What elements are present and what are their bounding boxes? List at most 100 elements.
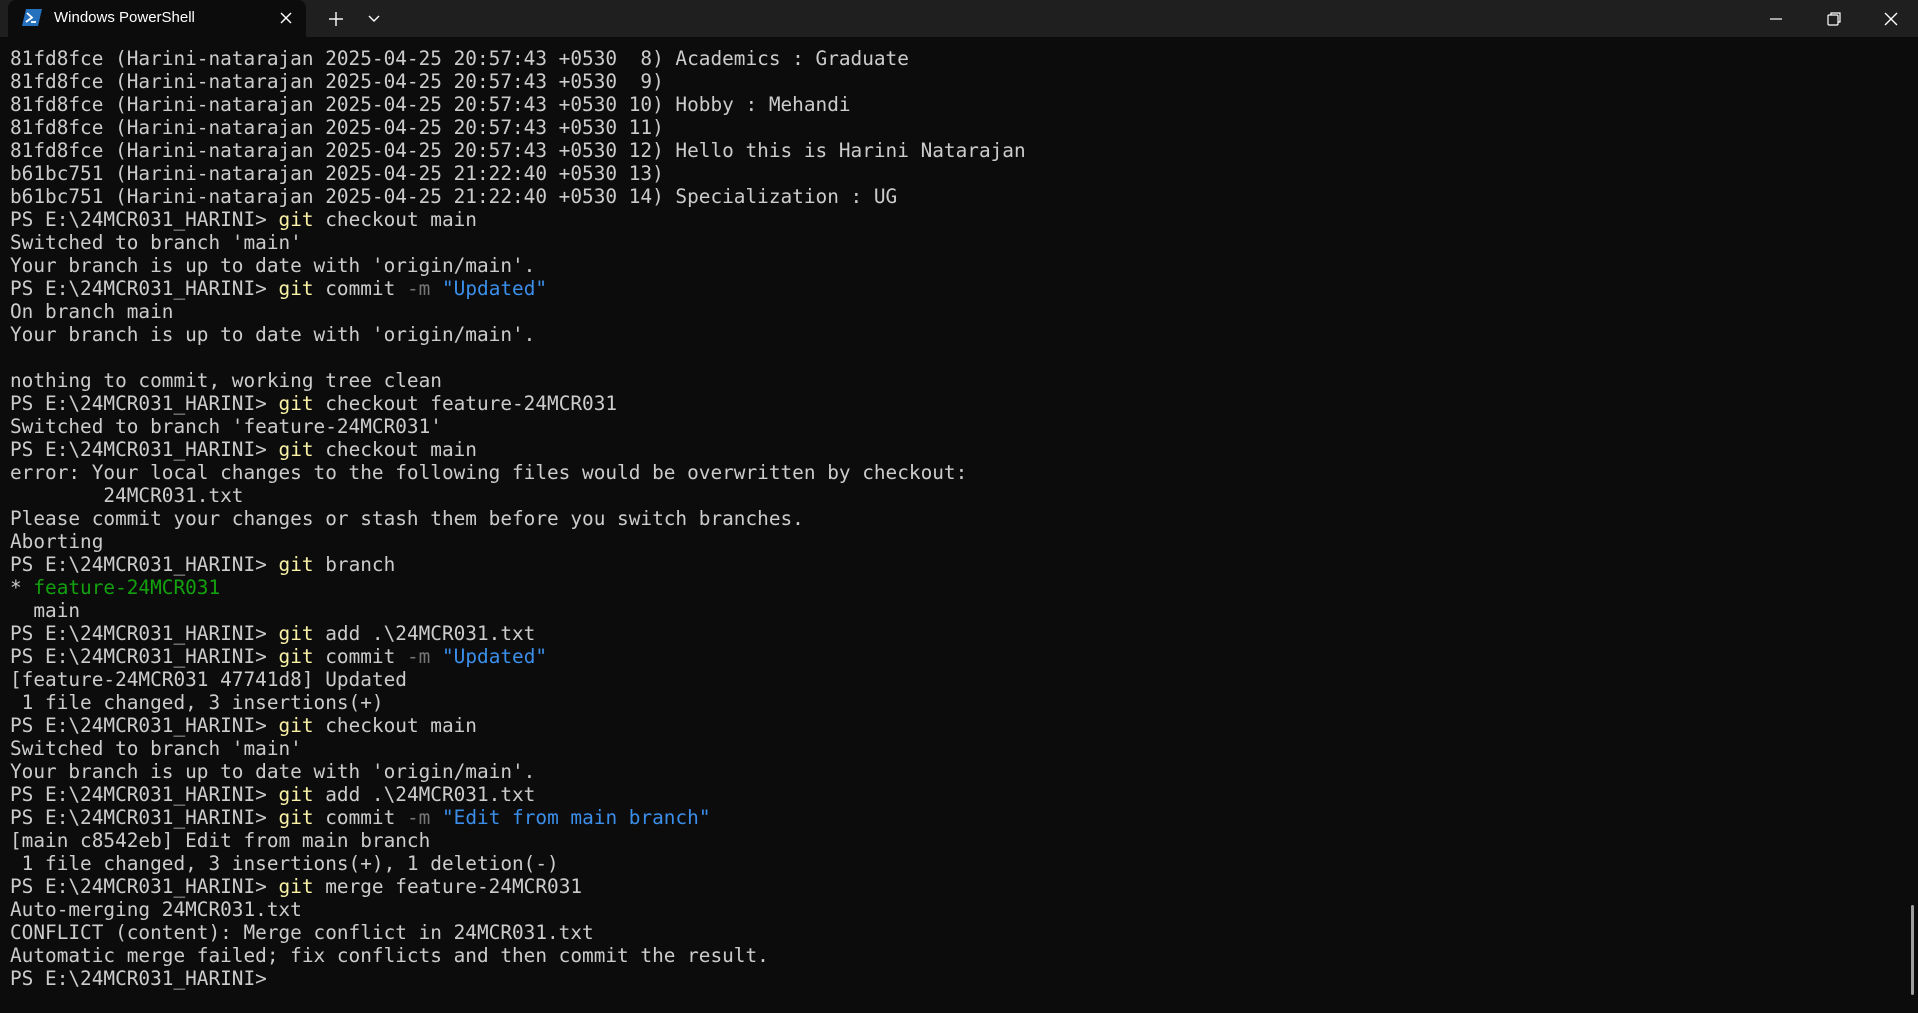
output-text: -m [406, 277, 431, 300]
prompt-text: PS E:\24MCR031_HARINI> [10, 714, 279, 737]
output-text: checkout main [313, 438, 477, 461]
terminal-line: PS E:\24MCR031_HARINI> git checkout main [10, 208, 1890, 231]
prompt-text: PS E:\24MCR031_HARINI> [10, 783, 279, 806]
terminal-line: PS E:\24MCR031_HARINI> git branch [10, 553, 1890, 576]
output-text: 81fd8fce (Harini-natarajan 2025-04-25 20… [10, 139, 1026, 162]
output-text: "Updated" [442, 645, 548, 668]
terminal-line: b61bc751 (Harini-natarajan 2025-04-25 21… [10, 162, 1890, 185]
output-text: b61bc751 (Harini-natarajan 2025-04-25 21… [10, 162, 664, 185]
output-text: 81fd8fce (Harini-natarajan 2025-04-25 20… [10, 93, 851, 116]
output-text: 81fd8fce (Harini-natarajan 2025-04-25 20… [10, 70, 664, 93]
scrollbar[interactable] [1911, 905, 1914, 995]
prompt-text: PS E:\24MCR031_HARINI> [10, 967, 279, 990]
minimize-icon [1770, 17, 1782, 20]
prompt-text: PS E:\24MCR031_HARINI> [10, 645, 279, 668]
output-text: main [10, 599, 81, 622]
terminal-line: PS E:\24MCR031_HARINI> git add .\24MCR03… [10, 622, 1890, 645]
output-text: [feature-24MCR031 47741d8] Updated [10, 668, 407, 691]
output-text: checkout feature-24MCR031 [313, 392, 618, 415]
output-text: 24MCR031.txt [10, 484, 244, 507]
minimize-button[interactable] [1747, 0, 1805, 37]
terminal-line: main [10, 599, 1890, 622]
terminal-line: Please commit your changes or stash them… [10, 507, 1890, 530]
terminal-line: Auto-merging 24MCR031.txt [10, 898, 1890, 921]
command-text: git [278, 438, 314, 461]
output-text: "Updated" [442, 277, 548, 300]
tab-title: Windows PowerShell [54, 9, 195, 26]
terminal-line: PS E:\24MCR031_HARINI> git commit -m "Up… [10, 645, 1890, 668]
terminal-line: 1 file changed, 3 insertions(+) [10, 691, 1890, 714]
output-text: 1 file changed, 3 insertions(+), 1 delet… [10, 852, 559, 875]
command-text: git [278, 392, 314, 415]
terminal-line: PS E:\24MCR031_HARINI> git checkout main [10, 438, 1890, 461]
plus-icon [329, 12, 343, 26]
command-text: git [278, 783, 314, 806]
output-text: add .\24MCR031.txt [313, 783, 536, 806]
new-tab-button[interactable] [322, 7, 350, 31]
command-text: git [278, 208, 314, 231]
output-text: Your branch is up to date with 'origin/m… [10, 760, 536, 783]
command-text: git [278, 875, 314, 898]
current-branch: feature-24MCR031 [33, 576, 221, 599]
output-text: merge feature-24MCR031 [313, 875, 583, 898]
output-text: Your branch is up to date with 'origin/m… [10, 323, 536, 346]
close-window-button[interactable] [1862, 0, 1918, 37]
prompt-text: PS E:\24MCR031_HARINI> [10, 277, 279, 300]
command-text: git [278, 277, 314, 300]
restore-icon [1827, 11, 1841, 26]
terminal-line: 1 file changed, 3 insertions(+), 1 delet… [10, 852, 1890, 875]
terminal-line: nothing to commit, working tree clean [10, 369, 1890, 392]
output-text: On branch main [10, 300, 174, 323]
terminal-line: PS E:\24MCR031_HARINI> git checkout feat… [10, 392, 1890, 415]
terminal-line: PS E:\24MCR031_HARINI> git commit -m "Up… [10, 277, 1890, 300]
terminal-line: Your branch is up to date with 'origin/m… [10, 760, 1890, 783]
prompt-text: PS E:\24MCR031_HARINI> [10, 438, 279, 461]
terminal-line: Switched to branch 'main' [10, 737, 1890, 760]
title-bar: Windows PowerShell [0, 0, 1918, 37]
terminal-line: Switched to branch 'main' [10, 231, 1890, 254]
output-text: commit [313, 645, 407, 668]
tab-windows-powershell[interactable]: Windows PowerShell [8, 0, 306, 37]
tab-dropdown-button[interactable] [360, 7, 388, 31]
maximize-button[interactable] [1805, 0, 1863, 37]
output-text: Your branch is up to date with 'origin/m… [10, 254, 536, 277]
terminal-line: CONFLICT (content): Merge conflict in 24… [10, 921, 1890, 944]
prompt-text: PS E:\24MCR031_HARINI> [10, 622, 279, 645]
terminal-line: [feature-24MCR031 47741d8] Updated [10, 668, 1890, 691]
command-text: git [278, 553, 314, 576]
output-text: Please commit your changes or stash them… [10, 507, 804, 530]
output-text: error: Your local changes to the followi… [10, 461, 968, 484]
output-text: nothing to commit, working tree clean [10, 369, 442, 392]
output-text: checkout main [313, 714, 477, 737]
terminal-line: error: Your local changes to the followi… [10, 461, 1890, 484]
output-text: commit [313, 277, 407, 300]
terminal-line: 81fd8fce (Harini-natarajan 2025-04-25 20… [10, 139, 1890, 162]
terminal-line: b61bc751 (Harini-natarajan 2025-04-25 21… [10, 185, 1890, 208]
terminal-line: 81fd8fce (Harini-natarajan 2025-04-25 20… [10, 93, 1890, 116]
terminal-line: 81fd8fce (Harini-natarajan 2025-04-25 20… [10, 47, 1890, 70]
terminal-output[interactable]: 81fd8fce (Harini-natarajan 2025-04-25 20… [10, 47, 1890, 997]
output-text: Aborting [10, 530, 104, 553]
prompt-text: PS E:\24MCR031_HARINI> [10, 208, 279, 231]
terminal-line: On branch main [10, 300, 1890, 323]
output-text: Automatic merge failed; fix conflicts an… [10, 944, 769, 967]
output-text: Switched to branch 'main' [10, 231, 302, 254]
terminal-line: PS E:\24MCR031_HARINI> git checkout main [10, 714, 1890, 737]
command-text: git [278, 622, 314, 645]
output-text: 1 file changed, 3 insertions(+) [10, 691, 384, 714]
output-text: commit [313, 806, 407, 829]
terminal-line: * feature-24MCR031 [10, 576, 1890, 599]
terminal-line: PS E:\24MCR031_HARINI> git merge feature… [10, 875, 1890, 898]
prompt-text: PS E:\24MCR031_HARINI> [10, 392, 279, 415]
output-text: CONFLICT (content): Merge conflict in 24… [10, 921, 594, 944]
close-icon[interactable] [276, 8, 296, 28]
chevron-down-icon [368, 15, 380, 22]
terminal-line: Your branch is up to date with 'origin/m… [10, 323, 1890, 346]
output-text: Auto-merging 24MCR031.txt [10, 898, 302, 921]
terminal-line: Switched to branch 'feature-24MCR031' [10, 415, 1890, 438]
terminal-line: PS E:\24MCR031_HARINI> git add .\24MCR03… [10, 783, 1890, 806]
output-text: 81fd8fce (Harini-natarajan 2025-04-25 20… [10, 47, 909, 70]
terminal-line: PS E:\24MCR031_HARINI> git commit -m "Ed… [10, 806, 1890, 829]
